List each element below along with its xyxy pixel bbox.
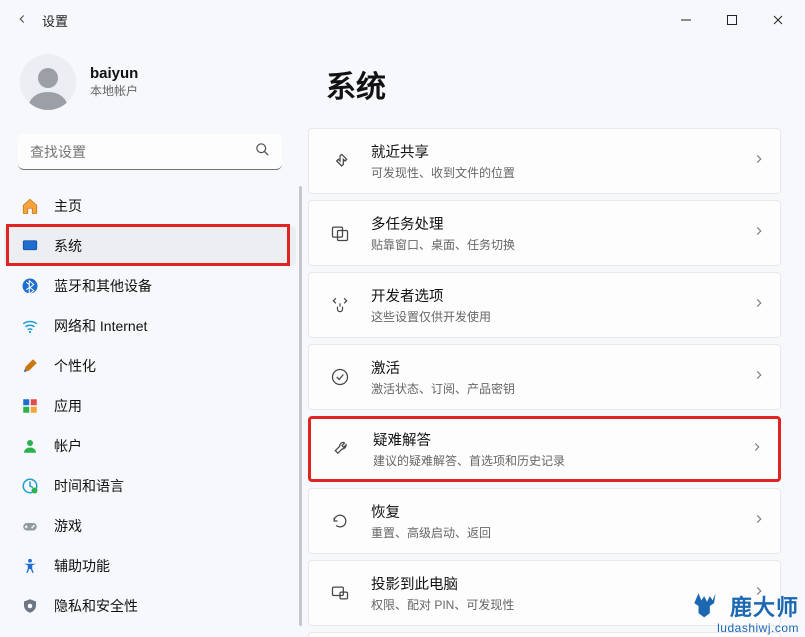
timelang-icon [20, 477, 40, 495]
tile-subtitle: 建议的疑难解答、首选项和历史记录 [373, 452, 565, 469]
tile-developer[interactable]: 开发者选项 这些设置仅供开发使用 [308, 272, 781, 338]
chevron-right-icon [752, 152, 766, 171]
sidebar: baiyun 本地帐户 主页 系统 蓝牙和其他设备 网络和 [0, 40, 300, 637]
search-input[interactable] [18, 134, 282, 170]
sidebar-item-accounts[interactable]: 帐户 [0, 426, 300, 466]
maximize-button[interactable] [709, 4, 755, 36]
multitask-icon [327, 223, 353, 243]
privacy-icon [20, 597, 40, 615]
tile-title: 投影到此电脑 [371, 573, 514, 594]
back-button[interactable] [4, 12, 40, 29]
sidebar-item-personalize[interactable]: 个性化 [0, 346, 300, 386]
search-container [18, 134, 282, 170]
sidebar-item-label: 蓝牙和其他设备 [54, 276, 152, 296]
sidebar-item-label: 游戏 [54, 516, 82, 536]
personalize-icon [20, 357, 40, 375]
sidebar-item-label: 系统 [54, 236, 82, 256]
chevron-right-icon [752, 512, 766, 531]
close-button[interactable] [755, 4, 801, 36]
chevron-right-icon [752, 296, 766, 315]
app-title: 设置 [42, 11, 68, 30]
tile-subtitle: 这些设置仅供开发使用 [371, 308, 491, 325]
maximize-icon [726, 14, 738, 26]
chevron-right-icon [750, 440, 764, 459]
sidebar-item-a11y[interactable]: 辅助功能 [0, 546, 300, 586]
project-icon [327, 583, 353, 603]
tile-subtitle: 贴靠窗口、桌面、任务切换 [371, 236, 515, 253]
tile-subtitle: 可发现性、收到文件的位置 [371, 164, 515, 181]
sidebar-item-privacy[interactable]: 隐私和安全性 [0, 586, 300, 626]
home-icon [20, 197, 40, 215]
profile-subtitle: 本地帐户 [90, 82, 138, 99]
sidebar-item-label: 应用 [54, 396, 82, 416]
network-icon [20, 317, 40, 335]
sidebar-item-label: 个性化 [54, 356, 96, 376]
main-panel: 系统 就近共享 可发现性、收到文件的位置 多任务处理 贴靠窗口、桌面、任务切换 … [300, 40, 805, 637]
avatar-icon [24, 62, 72, 110]
tile-title: 激活 [371, 357, 515, 378]
tile-title: 恢复 [371, 501, 491, 522]
tile-title: 开发者选项 [371, 285, 491, 306]
sidebar-item-label: 帐户 [54, 436, 82, 456]
tile-nearby[interactable]: 就近共享 可发现性、收到文件的位置 [308, 128, 781, 194]
developer-icon [327, 295, 353, 315]
sidebar-item-label: 主页 [54, 196, 82, 216]
system-icon [20, 237, 40, 255]
recovery-icon [327, 511, 353, 531]
sidebar-item-system[interactable]: 系统 [4, 226, 296, 266]
tile-subtitle: 权限、配对 PIN、可发现性 [371, 596, 514, 613]
chevron-right-icon [752, 368, 766, 387]
gaming-icon [20, 517, 40, 535]
tile-title: 疑难解答 [373, 429, 565, 450]
minimize-icon [680, 14, 692, 26]
activation-icon [327, 367, 353, 387]
minimize-button[interactable] [663, 4, 709, 36]
nav: 主页 系统 蓝牙和其他设备 网络和 Internet 个性化 应用 帐户 时间和… [0, 186, 300, 626]
chevron-right-icon [752, 224, 766, 243]
nearby-icon [327, 151, 353, 171]
page-title: 系统 [326, 62, 781, 106]
sidebar-item-apps[interactable]: 应用 [0, 386, 300, 426]
tile-title: 就近共享 [371, 141, 515, 162]
watermark-brand: 鹿大师 [730, 590, 799, 622]
tile-title: 多任务处理 [371, 213, 515, 234]
a11y-icon [20, 557, 40, 575]
troubleshoot-icon [329, 439, 355, 459]
tile-list: 就近共享 可发现性、收到文件的位置 多任务处理 贴靠窗口、桌面、任务切换 开发者… [308, 128, 781, 637]
sidebar-item-home[interactable]: 主页 [0, 186, 300, 226]
tile-subtitle: 重置、高级启动、返回 [371, 524, 491, 541]
deer-icon [690, 589, 724, 623]
sidebar-item-label: 网络和 Internet [54, 316, 147, 336]
tile-activation[interactable]: 激活 激活状态、订阅、产品密钥 [308, 344, 781, 410]
tile-multitask[interactable]: 多任务处理 贴靠窗口、桌面、任务切换 [308, 200, 781, 266]
back-icon [15, 12, 29, 26]
sidebar-item-label: 隐私和安全性 [54, 596, 138, 616]
sidebar-item-timelang[interactable]: 时间和语言 [0, 466, 300, 506]
apps-icon [20, 397, 40, 415]
sidebar-item-network[interactable]: 网络和 Internet [0, 306, 300, 346]
tile-recovery[interactable]: 恢复 重置、高级启动、返回 [308, 488, 781, 554]
watermark: 鹿大师 ludashiwj.com [690, 589, 799, 635]
sidebar-item-label: 时间和语言 [54, 476, 124, 496]
accounts-icon [20, 437, 40, 455]
watermark-url: ludashiwj.com [690, 621, 799, 635]
tile-subtitle: 激活状态、订阅、产品密钥 [371, 380, 515, 397]
bluetooth-icon [20, 277, 40, 295]
tile-troubleshoot[interactable]: 疑难解答 建议的疑难解答、首选项和历史记录 [308, 416, 781, 482]
avatar[interactable] [20, 54, 76, 110]
close-icon [772, 14, 784, 26]
search-icon [255, 142, 270, 162]
sidebar-item-label: 辅助功能 [54, 556, 110, 576]
profile-name: baiyun [90, 65, 138, 82]
sidebar-item-gaming[interactable]: 游戏 [0, 506, 300, 546]
sidebar-item-bluetooth[interactable]: 蓝牙和其他设备 [0, 266, 300, 306]
